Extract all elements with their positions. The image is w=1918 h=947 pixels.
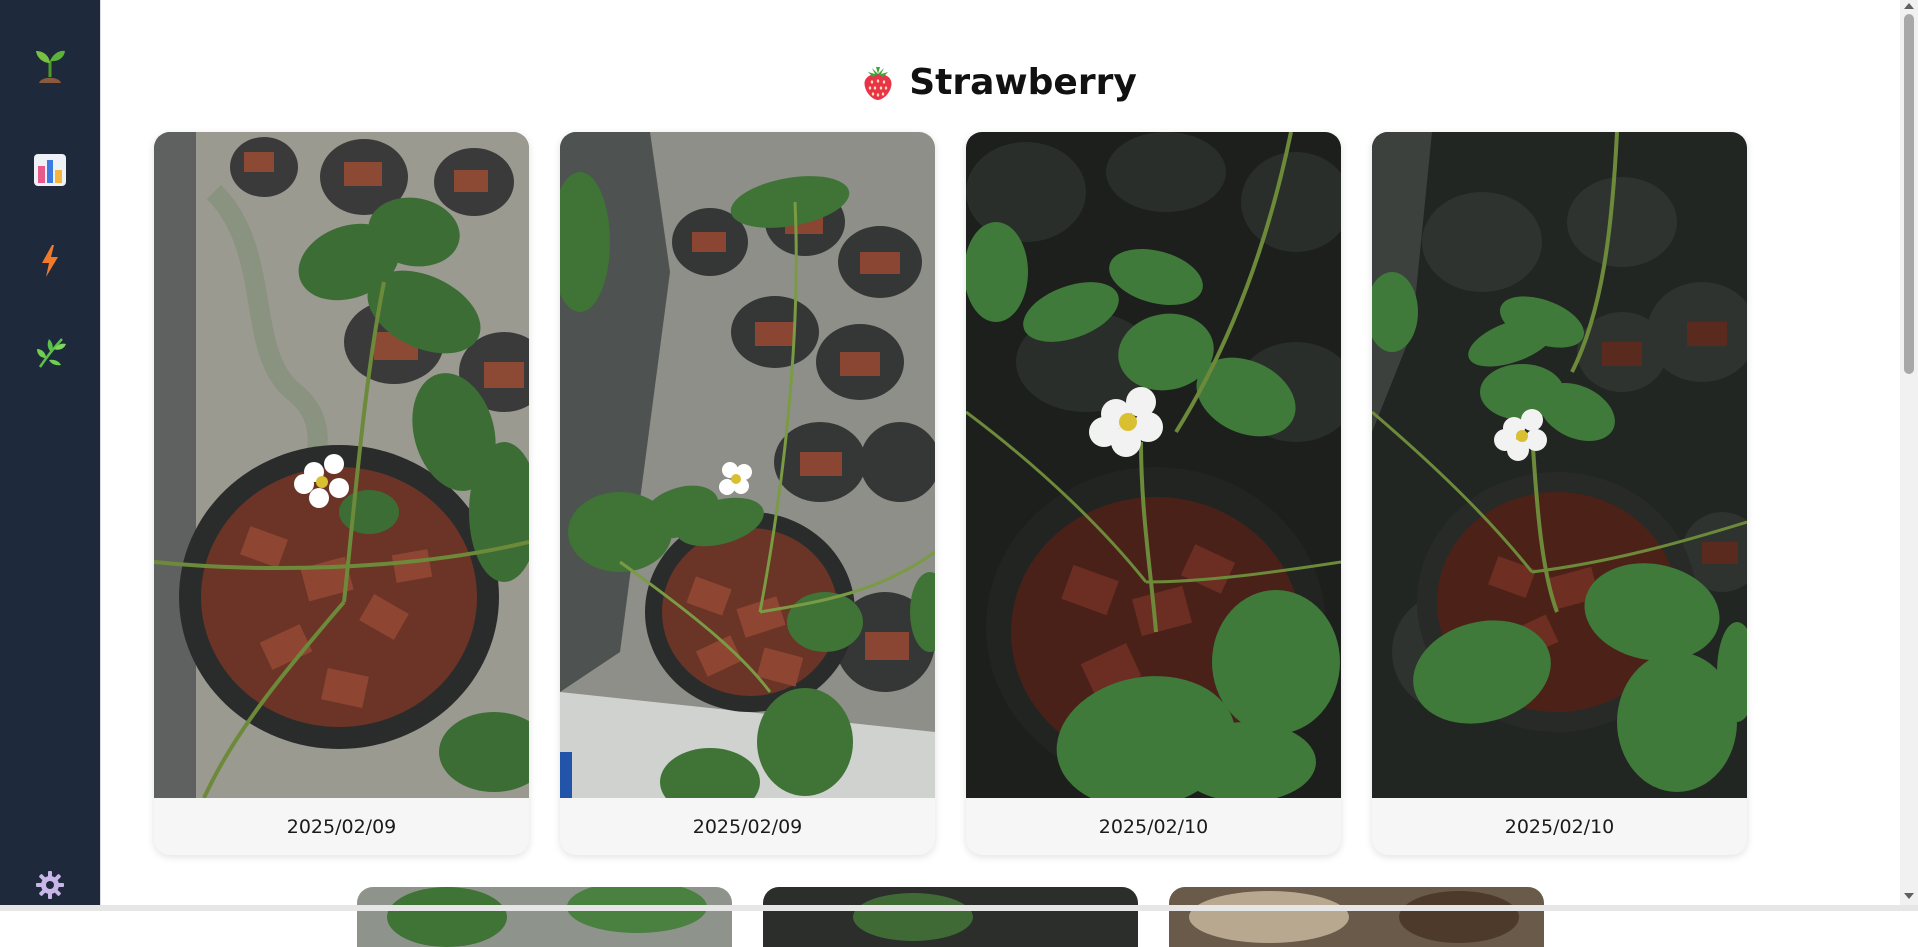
photo-card[interactable]	[357, 887, 732, 947]
seedling-icon	[36, 50, 65, 83]
plant-photo	[560, 132, 935, 798]
photo-card[interactable]: 2025/02/10	[1372, 132, 1747, 855]
page-title: Strawberry	[909, 62, 1137, 103]
settings-button[interactable]	[25, 862, 75, 908]
plant-photo	[154, 132, 529, 798]
lightning-icon	[42, 245, 58, 277]
page-header: Strawberry	[100, 62, 1898, 103]
plant-photo	[763, 887, 1138, 947]
sidebar-item-stats[interactable]	[25, 145, 75, 195]
photo-card[interactable]	[1169, 887, 1544, 947]
photo-card[interactable]: 2025/02/09	[560, 132, 935, 855]
sidebar-item-herbs[interactable]	[25, 327, 75, 377]
horizontal-scrollbar[interactable]	[0, 905, 1918, 911]
photo-card[interactable]: 2025/02/09	[154, 132, 529, 855]
photo-card[interactable]: 2025/02/10	[966, 132, 1341, 855]
scroll-down-icon[interactable]	[1904, 893, 1914, 899]
plant-photo	[1169, 887, 1544, 947]
bar-chart-icon	[34, 154, 66, 186]
scroll-up-icon[interactable]	[1904, 3, 1914, 9]
plant-photo	[357, 887, 732, 947]
sidebar-item-plants[interactable]	[25, 42, 75, 92]
photo-date: 2025/02/10	[1098, 815, 1209, 838]
sidebar-item-energy[interactable]	[25, 236, 75, 286]
strawberry-icon	[864, 66, 892, 100]
photo-date: 2025/02/10	[1504, 815, 1615, 838]
gear-icon	[36, 871, 64, 899]
plant-photo	[966, 132, 1341, 798]
photo-card[interactable]	[763, 887, 1138, 947]
photo-date: 2025/02/09	[286, 815, 397, 838]
sidebar-divider	[100, 0, 101, 911]
vertical-scrollbar[interactable]	[1900, 0, 1918, 905]
scrollbar-thumb[interactable]	[1904, 14, 1914, 374]
plant-photo	[1372, 132, 1747, 798]
photo-date: 2025/02/09	[692, 815, 803, 838]
herb-icon	[37, 338, 66, 368]
sidebar	[0, 0, 100, 911]
